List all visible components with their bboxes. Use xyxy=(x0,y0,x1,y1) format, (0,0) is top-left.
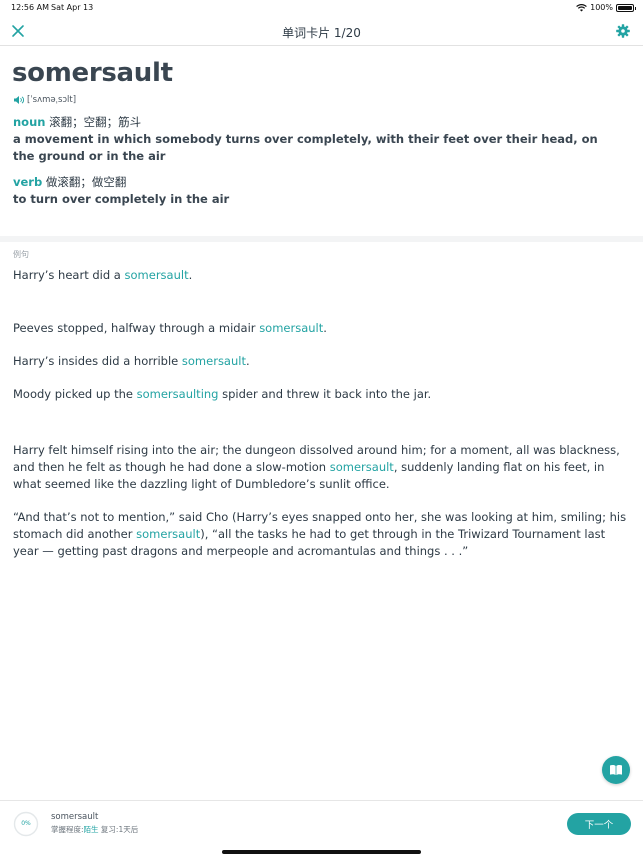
settings-button[interactable] xyxy=(615,23,631,39)
battery-percent: 100% xyxy=(590,3,613,12)
example-text: Peeves stopped, halfway through a midair xyxy=(13,321,260,335)
mastery-label: 掌握程度: xyxy=(51,825,84,834)
example-highlight: somersault xyxy=(259,321,324,335)
example-highlight: somersault xyxy=(329,460,394,474)
definition-noun: noun 滚翻；空翻；筋斗 a movement in which somebo… xyxy=(13,114,613,165)
status-time: 12:56 AM xyxy=(11,3,49,12)
example-text: spider and threw it back into the jar. xyxy=(218,387,432,401)
definition-en: a movement in which somebody turns over … xyxy=(13,132,598,163)
example-highlight: somersaulting xyxy=(136,387,219,401)
pronunciation: [ˈsʌməˌsɔlt] xyxy=(13,95,76,105)
example-sentence: “And that’s not to mention,” said Cho (H… xyxy=(13,509,631,560)
example-sentence: Harry’s insides did a horrible somersaul… xyxy=(13,353,631,370)
example-highlight: somersault xyxy=(124,268,189,282)
wifi-icon xyxy=(576,3,587,11)
phonetic-text: [ˈsʌməˌsɔlt] xyxy=(27,95,77,105)
example-sentence: Peeves stopped, halfway through a midair… xyxy=(13,320,631,337)
book-icon xyxy=(610,765,622,775)
mastery-value: 陌生 xyxy=(83,825,99,834)
example-highlight: somersault xyxy=(136,527,201,541)
definition-verb: verb 做滚翻；做空翻 to turn over completely in … xyxy=(13,174,613,208)
headword: somersault xyxy=(12,58,173,88)
status-right: 100% xyxy=(576,3,636,12)
example-text: . xyxy=(245,354,250,368)
progress-ring: 0% xyxy=(13,811,39,837)
definition-cn: 做滚翻；做空翻 xyxy=(45,175,127,189)
nav-bar: 单词卡片 1/20 xyxy=(0,16,643,46)
example-highlight: somersault xyxy=(181,354,246,368)
status-bar: 12:56 AM Sat Apr 13 100% xyxy=(0,0,643,16)
mastery-status: 掌握程度:陌生 复习:1天后 xyxy=(51,824,138,835)
example-text: . xyxy=(188,268,193,282)
battery-icon xyxy=(616,3,636,12)
progress-percent: 0% xyxy=(21,820,31,827)
pos-label: verb xyxy=(13,175,43,189)
book-button[interactable] xyxy=(602,756,630,784)
example-sentence: Moody picked up the somersaulting spider… xyxy=(13,386,631,403)
pos-label: noun xyxy=(13,115,46,129)
definition-en: to turn over completely in the air xyxy=(13,192,230,206)
status-date: Sat Apr 13 xyxy=(51,3,94,12)
next-button[interactable]: 下一个 xyxy=(567,813,631,835)
example-text: Harry’s heart did a xyxy=(13,268,125,282)
example-text: Harry’s insides did a horrible xyxy=(13,354,182,368)
definition-cn: 滚翻；空翻；筋斗 xyxy=(49,115,142,129)
review-text: 复习:1天后 xyxy=(98,825,139,834)
example-sentence: Harry felt himself rising into the air; … xyxy=(13,442,631,493)
example-text: . xyxy=(323,321,327,335)
gear-icon xyxy=(616,24,630,38)
section-divider xyxy=(0,236,643,242)
bottom-bar: 0% somersault 掌握程度:陌生 复习:1天后 下一个 xyxy=(0,800,643,846)
examples-label: 例句 xyxy=(13,250,29,259)
speaker-icon[interactable] xyxy=(13,95,25,105)
home-indicator xyxy=(222,850,421,854)
bottom-word: somersault xyxy=(51,812,99,822)
example-text: Moody picked up the xyxy=(13,387,137,401)
example-sentence: Harry’s heart did a somersault. xyxy=(13,267,631,284)
page-title: 单词卡片 1/20 xyxy=(282,26,361,40)
